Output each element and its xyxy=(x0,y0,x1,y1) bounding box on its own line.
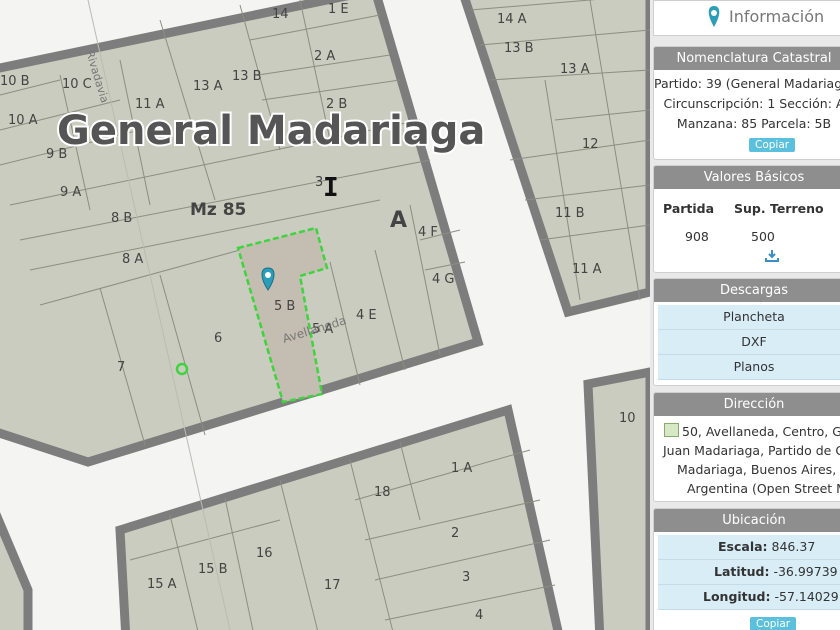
descargas-title: Descargas xyxy=(654,279,840,302)
parcel-label: 5 B xyxy=(274,299,295,314)
address-line: Argentina (Open Street Map) xyxy=(687,481,840,496)
text-cursor-icon: I xyxy=(323,173,339,203)
zone-label: A xyxy=(390,208,407,233)
city-label: General Madariaga xyxy=(57,108,485,154)
copy-nomenclatura-button[interactable]: Copiar xyxy=(749,138,796,152)
panel-header: Información xyxy=(653,0,840,36)
nomenclatura-title: Nomenclatura Catastral xyxy=(654,47,840,70)
parcel-label: 10 C xyxy=(62,77,92,92)
partido-text: Partido: 39 (General Madariaga) xyxy=(654,76,840,91)
parcel-label: 4 xyxy=(475,608,483,623)
parcel-label: 2 xyxy=(451,526,459,541)
parcel-label: 10 xyxy=(619,411,636,426)
partida-value: 908 xyxy=(685,229,709,244)
parcel-label: 15 A xyxy=(147,577,177,592)
parcel-label: 1 A xyxy=(451,461,472,476)
parcel-label: 6 xyxy=(214,331,222,346)
parcel-label: 15 B xyxy=(198,562,228,577)
ubicacion-title: Ubicación xyxy=(654,509,840,532)
parcel-label: 2 A xyxy=(314,49,335,64)
longitud-label: Longitud: xyxy=(703,589,771,604)
parcel-label: 13 B xyxy=(504,41,534,56)
ubicacion-card: Ubicación Escala: 846.37 Latitud: -36.99… xyxy=(653,508,840,630)
parcel-label: 9 A xyxy=(60,185,81,200)
parcel-label: 13 B xyxy=(232,69,262,84)
parcel-label: 16 xyxy=(256,546,273,561)
address-line: 50, Avellaneda, Centro, General xyxy=(682,424,840,439)
download-icon[interactable] xyxy=(765,249,779,263)
escala-label: Escala: xyxy=(718,539,768,554)
parcel-label: 7 xyxy=(117,360,125,375)
planos-download-link[interactable]: Planos xyxy=(658,355,840,380)
parcel-label: 13 A xyxy=(193,79,223,94)
location-pin-icon xyxy=(708,6,720,27)
latitud-value: -36.99739 xyxy=(773,564,838,579)
parcel-label: 11 A xyxy=(572,262,602,277)
manzana-text: Manzana: 85 Parcela: 5B xyxy=(676,116,832,131)
cadastral-map[interactable]: 14 1 E 2 A 2 B 3 13 B 13 A 11 A 10 C 10 … xyxy=(0,0,650,630)
nomenclatura-card: Nomenclatura Catastral Partido: 39 (Gene… xyxy=(653,46,840,160)
longitud-value: -57.14029 xyxy=(774,589,839,604)
partida-header: Partida xyxy=(663,201,715,216)
direccion-card: Dirección 50, Avellaneda, Centro, Genera… xyxy=(653,392,840,502)
info-panel: Información Nomenclatura Catastral Parti… xyxy=(650,0,840,630)
parcel-label: 1 E xyxy=(328,2,349,17)
longitud-row: Longitud: -57.14029 xyxy=(658,585,840,610)
address-line: Juan Madariaga, Partido de General xyxy=(663,443,840,458)
panel-title: Información xyxy=(729,7,825,26)
parcel-label: 8 B xyxy=(111,211,132,226)
parcel-label: 10 B xyxy=(0,74,30,89)
circunscripcion-text: Circunscripción: 1 Sección: A xyxy=(663,96,840,111)
map-icon xyxy=(664,423,679,437)
parcel-label: 8 A xyxy=(122,252,143,267)
parcel-label: 12 xyxy=(582,137,599,152)
parcel-label: 18 xyxy=(374,485,391,500)
dxf-download-link[interactable]: DXF xyxy=(658,330,840,355)
address-line: Madariaga, Buenos Aires, 7163, xyxy=(677,462,840,477)
parcel-label: 14 xyxy=(272,7,289,22)
plancheta-download-link[interactable]: Plancheta xyxy=(658,305,840,330)
parcel-label: 11 B xyxy=(555,206,585,221)
latitud-row: Latitud: -36.99739 xyxy=(658,560,840,585)
parcel-label: 13 A xyxy=(560,62,590,77)
parcel-label: 17 xyxy=(324,578,341,593)
parcel-label: 4 E xyxy=(356,308,377,323)
superficie-header: Sup. Terreno xyxy=(734,201,824,216)
block-label: Mz 85 xyxy=(190,200,246,220)
latitud-label: Latitud: xyxy=(714,564,770,579)
parcel-label: 14 A xyxy=(497,12,527,27)
escala-row: Escala: 846.37 xyxy=(658,535,840,560)
parcel-label: 4 G xyxy=(432,272,454,287)
descargas-card: Descargas Plancheta DXF Planos xyxy=(653,278,840,386)
direccion-title: Dirección xyxy=(654,393,840,416)
valores-card: Valores Básicos Partida Sup. Terreno 908… xyxy=(653,165,840,273)
superficie-value: 500 xyxy=(751,229,775,244)
escala-value: 846.37 xyxy=(771,539,816,554)
copy-coordinates-button[interactable]: Copiar xyxy=(750,617,797,630)
parcel-label: 4 F xyxy=(418,225,438,240)
parcel-label: 10 A xyxy=(8,113,38,128)
valores-title: Valores Básicos xyxy=(654,166,840,189)
parcel-label: 3 xyxy=(462,570,470,585)
